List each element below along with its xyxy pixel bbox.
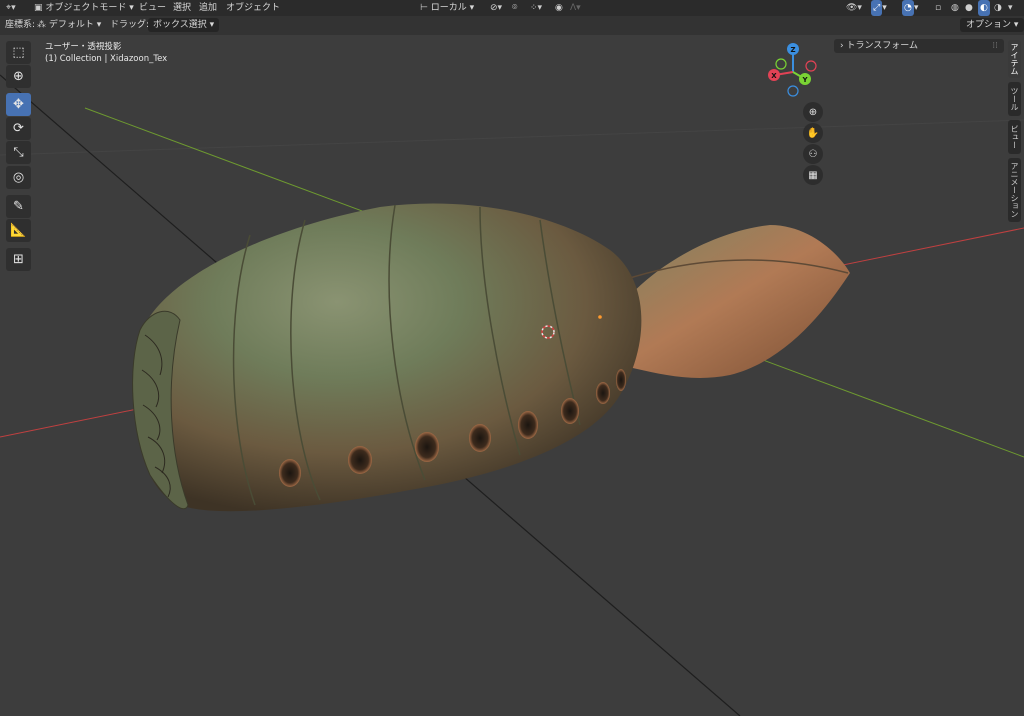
drag-label: ドラッグ: [110, 20, 150, 30]
shading-dropdown[interactable]: ▾ [1008, 0, 1013, 16]
tool-settings-header: 座標系: ⁂ デフォルト ▾ ドラッグ: ボックス選択 ▾ オプション ▾ [0, 16, 1024, 35]
coord-system-label: 座標系: [5, 20, 36, 30]
add-cube-icon: ⊞ [13, 252, 24, 267]
camera-icon: ⚇ [808, 148, 818, 160]
pivot-icon: ⁂ [37, 20, 46, 30]
cursor-icon: ⊕ [13, 69, 24, 84]
annotate-tool[interactable]: ✎ [6, 195, 31, 218]
transform-orientation-dropdown[interactable]: ⊢ ローカル ▾ [420, 0, 474, 16]
gizmo-neg-y[interactable] [775, 58, 787, 70]
orientation-label: ローカル [430, 3, 467, 13]
annotate-icon: ✎ [13, 199, 24, 214]
drag-value: ボックス選択 [153, 20, 207, 30]
menu-object[interactable]: オブジェクト [226, 0, 280, 16]
editor-type-icon[interactable]: ⌖▾ [6, 0, 16, 16]
measure-tool[interactable]: 📐 [6, 219, 31, 242]
snap-toggle[interactable]: ⌾ [512, 0, 517, 16]
gizmo-neg-x[interactable] [805, 60, 817, 72]
collection-info: (1) Collection | Xidazoon_Tex [45, 54, 168, 64]
rotate-icon: ⟳ [13, 121, 24, 136]
transform-panel-header[interactable]: › トランスフォーム ⁞⁞ [834, 39, 1004, 53]
transform-panel-title: トランスフォーム [846, 41, 919, 51]
drag-dropdown[interactable]: ボックス選択 ▾ [148, 16, 220, 35]
camera-button[interactable]: ⚇ [803, 144, 823, 164]
xray-toggle[interactable]: ▫ [935, 0, 941, 16]
select-box-tool[interactable]: ⬚ [6, 41, 31, 64]
menu-select[interactable]: 選択 [173, 0, 191, 16]
viewport-header: ⌖▾ ▣ オブジェクトモード ▾ ビュー 選択 追加 オブジェクト ⊢ ローカル… [0, 0, 1024, 16]
proportional-edit-toggle[interactable]: ◉ [555, 0, 563, 16]
select-box-icon: ⬚ [12, 45, 25, 60]
gizmo-toggle[interactable]: ⤢ ▾ [871, 0, 887, 16]
transform-tool[interactable]: ◎ [6, 166, 31, 189]
falloff-dropdown[interactable]: Ʌ▾ [570, 0, 581, 16]
zoom-icon: ⊕ [808, 106, 818, 118]
drag-handle-icon[interactable]: ⁞⁞ [992, 39, 998, 53]
object-mode-icon: ▣ [34, 3, 43, 13]
mode-selector[interactable]: ▣ オブジェクトモード ▾ [34, 0, 134, 16]
zoom-button[interactable]: ⊕ [803, 102, 823, 122]
add-cube-tool[interactable]: ⊞ [6, 248, 31, 271]
svg-text:Z: Z [790, 46, 795, 54]
hand-icon: ✋ [806, 127, 820, 139]
tab-tool[interactable]: ツール [1008, 82, 1021, 116]
creature-body[interactable] [134, 203, 642, 512]
scale-tool[interactable]: ⤡ [6, 141, 31, 164]
grid-line [0, 119, 1024, 156]
snap-target-dropdown[interactable]: ⁘▾ [530, 0, 542, 16]
view-name: ユーザー・透視投影 [45, 42, 122, 52]
menu-view[interactable]: ビュー [139, 0, 166, 16]
move-icon: ✥ [13, 97, 24, 112]
scale-icon: ⤡ [13, 145, 24, 160]
tab-animation[interactable]: アニメーション [1008, 158, 1021, 222]
coord-system-value: デフォルト [48, 20, 94, 30]
navigation-gizmo[interactable]: Z X Y [764, 41, 824, 103]
coord-system-dropdown[interactable]: ⁂ デフォルト ▾ [37, 16, 101, 35]
svg-text:Y: Y [801, 76, 808, 84]
shading-solid-icon[interactable]: ● [965, 0, 973, 16]
pivot-dropdown[interactable]: ⊘▾ [490, 0, 502, 16]
cursor-tool[interactable]: ⊕ [6, 65, 31, 88]
shading-wireframe-icon[interactable]: ◍ [951, 0, 959, 16]
move-tool[interactable]: ✥ [6, 93, 31, 116]
orientation-icon: ⊢ [420, 3, 428, 13]
mode-label: オブジェクトモード [45, 3, 127, 13]
shading-rendered-icon[interactable]: ◑ [994, 0, 1002, 16]
measure-icon: 📐 [10, 223, 27, 238]
menu-add[interactable]: 追加 [199, 0, 217, 16]
transform-icon: ◎ [12, 170, 25, 185]
rotate-tool[interactable]: ⟳ [6, 117, 31, 140]
grid-perspective-icon: ▦ [808, 169, 818, 181]
pan-button[interactable]: ✋ [803, 123, 823, 143]
visibility-dropdown[interactable]: 👁▾ [846, 0, 862, 16]
3d-viewport[interactable]: ユーザー・透視投影 (1) Collection | Xidazoon_Tex … [0, 35, 1024, 716]
viewport-scene [0, 74, 1024, 716]
overlay-toggle[interactable]: ◔ ▾ [902, 0, 918, 16]
svg-text:X: X [771, 72, 777, 80]
options-label: オプション [966, 20, 1012, 30]
gizmo-neg-z[interactable] [787, 85, 799, 97]
object-origin [598, 315, 602, 319]
tab-item[interactable]: アイテム [1008, 40, 1021, 78]
tab-view[interactable]: ビュー [1008, 120, 1021, 154]
perspective-toggle[interactable]: ▦ [803, 165, 823, 185]
chevron-right-icon: › [840, 41, 844, 51]
shading-material-icon[interactable]: ◐ [978, 0, 990, 16]
options-dropdown[interactable]: オプション ▾ [960, 16, 1024, 35]
